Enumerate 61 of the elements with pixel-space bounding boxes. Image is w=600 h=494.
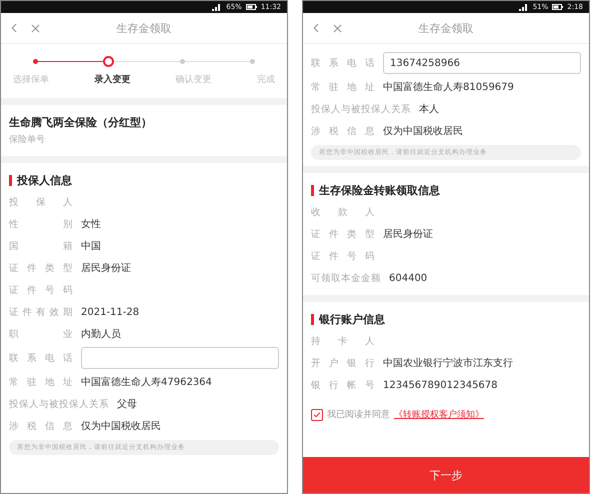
field-label: 银行帐号 [311,378,375,392]
field-value: 2021-11-28 [81,306,140,318]
field-label: 国籍 [9,240,73,252]
field-value: 123456789012345678 [383,380,498,390]
field-value: 本人 [419,102,439,116]
input-field[interactable] [81,347,279,369]
field-label: 收款人 [311,206,375,218]
page-title: 生存金领取 [116,20,172,36]
field-label: 可领取本金金额 [311,272,381,284]
field-label: 投保人与被投保人关系 [9,398,109,410]
field-value: 中国 [81,240,101,253]
field-value: 父母 [117,398,137,411]
input-field[interactable]: 13674258966 [383,52,581,74]
field-value: 中国农业银行宁波市江东支行 [383,356,513,370]
field-label: 证件类型 [9,262,73,274]
field-label: 投保人 [9,196,73,208]
agreement-text: 我已阅读并同意 [327,408,390,421]
close-icon[interactable] [29,22,42,34]
field-label: 联系电话 [9,352,73,364]
field-label: 开户银行 [311,356,375,370]
field-value: 仅为中国税收居民 [383,124,463,138]
field-value: 中国富德生命人寿81059679 [383,80,514,94]
field-value: 女性 [81,218,101,231]
field-label: 持卡人 [311,334,375,348]
field-value: 内勤人员 [81,328,121,341]
step-label[interactable]: 录入变更 [94,73,130,86]
field-label: 证件有效期 [9,306,73,318]
field-label: 证件号码 [9,284,73,296]
field-value: 中国富德生命人寿47962364 [81,376,212,389]
field-label: 涉税信息 [311,124,375,138]
field-label: 性别 [9,218,73,230]
battery-icon [552,4,564,10]
field-label: 常驻地址 [9,376,73,388]
next-button[interactable]: 下一步 [303,457,589,493]
field-value: 居民身份证 [81,262,131,275]
field-label: 证件类型 [311,228,375,240]
field-value: 仅为中国税收居民 [81,420,161,433]
section-heading: 银行账户信息 [319,312,385,327]
field-label: 涉税信息 [9,420,73,432]
field-label: 证件号码 [311,250,375,262]
section-marker [311,314,314,325]
field-value: 604400 [389,272,428,284]
product-title: 生命腾飞两全保险（分红型） [9,115,153,131]
agreement-link[interactable]: 《转账授权客户须知》 [394,408,484,421]
page-title: 生存金领取 [418,20,474,36]
signal-icon [518,4,529,10]
field-label: 职业 [9,328,73,340]
field-value: 居民身份证 [383,228,433,241]
section-marker [311,185,314,196]
field-label: 联系电话 [311,56,375,70]
battery-icon [246,4,257,10]
close-icon[interactable] [331,22,344,34]
field-label: 投保人与被投保人关系 [311,102,411,116]
check-icon [313,410,321,418]
field-label: 常驻地址 [311,80,375,94]
section-marker [9,175,12,186]
checkbox[interactable] [311,408,323,420]
product-subtitle: 保险单号 [9,134,46,147]
section-heading: 投保人信息 [17,173,72,188]
signal-icon [212,4,222,10]
section-heading: 生存保险金转账领取信息 [319,183,440,198]
